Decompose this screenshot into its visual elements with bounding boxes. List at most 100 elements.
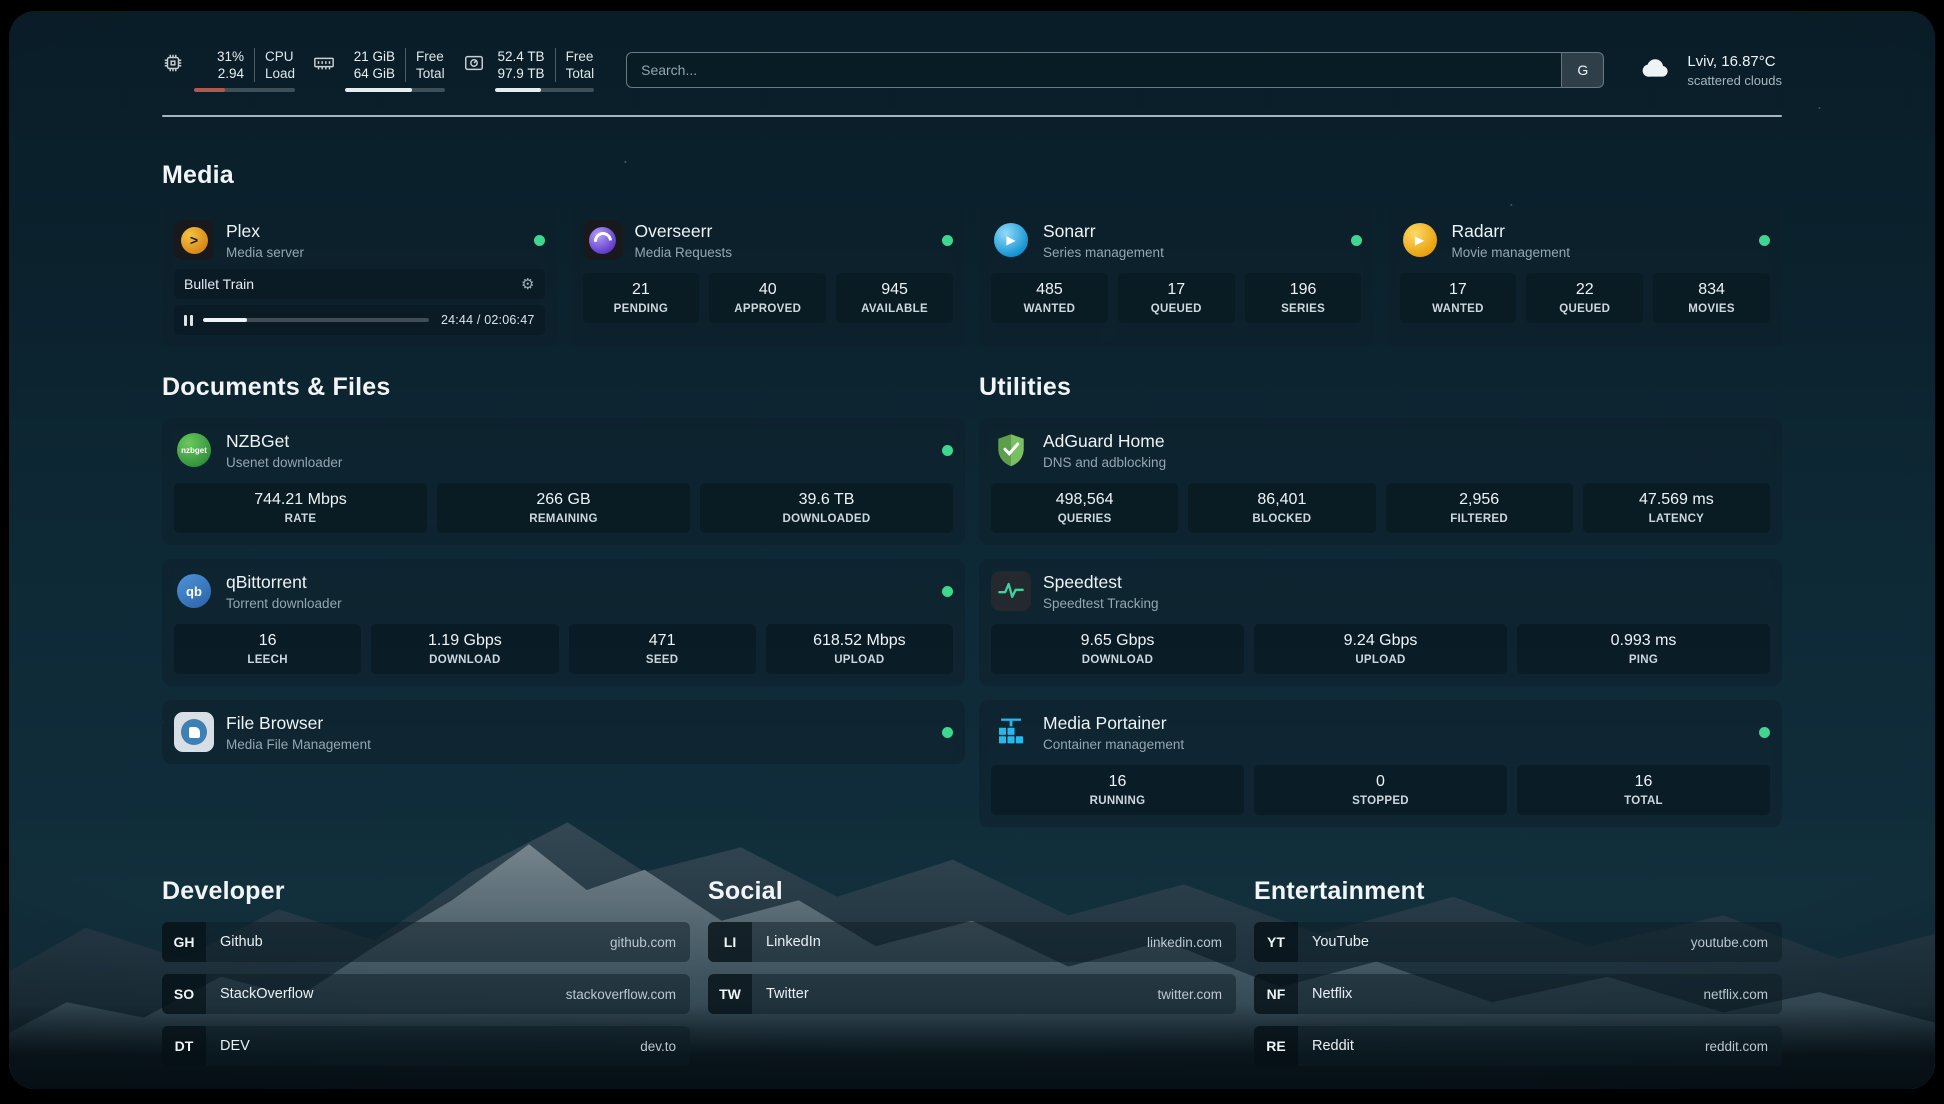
disk-usage-bar — [495, 88, 595, 92]
topbar-divider — [162, 115, 1782, 117]
stat-leech: 16 LEECH — [174, 624, 361, 674]
cpu-icon — [162, 52, 184, 79]
bookmark-name: Reddit — [1298, 1026, 1354, 1066]
service-subtitle: Usenet downloader — [226, 455, 342, 470]
service-name: Radarr — [1452, 221, 1571, 242]
bookmark-name: YouTube — [1298, 922, 1369, 962]
cpu-usage-value: 31% — [217, 48, 244, 65]
stat-queued: 22 QUEUED — [1526, 273, 1643, 323]
plex-now-playing-row: Bullet Train ⚙ — [174, 269, 545, 299]
stat-wanted: 17 WANTED — [1400, 273, 1517, 323]
service-card-nzbget[interactable]: nzbget NZBGet Usenet downloader 744.21 M… — [162, 418, 965, 545]
bookmark-url: stackoverflow.com — [566, 974, 690, 1014]
service-name: Overseerr — [635, 221, 733, 242]
weather-widget[interactable]: Lviv, 16.87°C scattered clouds — [1636, 52, 1782, 89]
cpu-usage-label: CPU — [265, 48, 295, 65]
service-card-qbittorrent[interactable]: qb qBittorrent Torrent downloader 16 LEE… — [162, 559, 965, 686]
dashboard-window: 31% 2.94 CPU Load — [9, 11, 1935, 1089]
disk-total-value: 97.9 TB — [498, 65, 545, 82]
plex-progress-row: 24:44 / 02:06:47 — [174, 305, 545, 335]
bookmark-name: Netflix — [1298, 974, 1352, 1014]
service-card-adguard[interactable]: AdGuard Home DNS and adblocking 498,564 … — [979, 418, 1782, 545]
sonarr-icon: ▶ — [991, 220, 1031, 260]
bookmark-netflix[interactable]: NF Netflix netflix.com — [1254, 974, 1782, 1014]
bookmark-stackoverflow[interactable]: SO StackOverflow stackoverflow.com — [162, 974, 690, 1014]
stat-wanted: 485 WANTED — [991, 273, 1108, 323]
service-card-overseerr[interactable]: Overseerr Media Requests 21 PENDING 40 A… — [571, 208, 966, 347]
filebrowser-icon — [174, 712, 214, 752]
bookmark-youtube[interactable]: YT YouTube youtube.com — [1254, 922, 1782, 962]
stat-download: 9.65 Gbps DOWNLOAD — [991, 624, 1244, 674]
bookmark-reddit[interactable]: RE Reddit reddit.com — [1254, 1026, 1782, 1066]
bookmark-name: DEV — [206, 1026, 250, 1066]
stackoverflow-icon: SO — [162, 974, 206, 1014]
service-subtitle: DNS and adblocking — [1043, 455, 1166, 470]
stat-remaining: 266 GB REMAINING — [437, 483, 690, 533]
section-title-media: Media — [162, 161, 1782, 190]
stat-download: 1.19 Gbps DOWNLOAD — [371, 624, 558, 674]
section-title-utilities: Utilities — [979, 373, 1782, 402]
bookmark-url: github.com — [610, 922, 690, 962]
service-card-plex[interactable]: > Plex Media server Bullet Train ⚙ — [162, 208, 557, 347]
status-dot-online — [1759, 727, 1770, 738]
service-card-sonarr[interactable]: ▶ Sonarr Series management 485 WANTED — [979, 208, 1374, 347]
service-name: Sonarr — [1043, 221, 1164, 242]
service-subtitle: Movie management — [1452, 245, 1571, 260]
memory-usage-bar — [345, 88, 445, 92]
memory-widget: 21 GiB 64 GiB Free Total — [313, 48, 445, 92]
service-subtitle: Speedtest Tracking — [1043, 596, 1159, 611]
bookmark-name: Twitter — [752, 974, 809, 1014]
service-name: File Browser — [226, 713, 371, 734]
stat-movies: 834 MOVIES — [1653, 273, 1770, 323]
disk-free-value: 52.4 TB — [498, 48, 545, 65]
bookmark-twitter[interactable]: TW Twitter twitter.com — [708, 974, 1236, 1014]
stat-total: 16 TOTAL — [1517, 765, 1770, 815]
memory-free-label: Free — [416, 48, 445, 65]
gear-icon[interactable]: ⚙ — [521, 275, 534, 293]
service-card-portainer[interactable]: Media Portainer Container management 16 … — [979, 700, 1782, 827]
status-dot-online — [534, 235, 545, 246]
radarr-icon: ▶ — [1400, 220, 1440, 260]
service-subtitle: Container management — [1043, 737, 1184, 752]
netflix-icon: NF — [1254, 974, 1298, 1014]
system-stats: 31% 2.94 CPU Load — [162, 48, 594, 92]
stat-ping: 0.993 ms PING — [1517, 624, 1770, 674]
stat-rate: 744.21 Mbps RATE — [174, 483, 427, 533]
service-card-speedtest[interactable]: Speedtest Speedtest Tracking 9.65 Gbps D… — [979, 559, 1782, 686]
memory-icon — [313, 52, 335, 79]
portainer-icon — [991, 712, 1031, 752]
stat-running: 16 RUNNING — [991, 765, 1244, 815]
linkedin-icon: LI — [708, 922, 752, 962]
service-subtitle: Media Requests — [635, 245, 733, 260]
bookmark-linkedin[interactable]: LI LinkedIn linkedin.com — [708, 922, 1236, 962]
documents-section: Documents & Files nzbget NZBGet Usenet d… — [162, 373, 965, 841]
status-dot-online — [1759, 235, 1770, 246]
service-name: Media Portainer — [1043, 713, 1184, 734]
twitter-icon: TW — [708, 974, 752, 1014]
service-name: NZBGet — [226, 431, 342, 452]
bookmark-url: linkedin.com — [1147, 922, 1236, 962]
service-card-radarr[interactable]: ▶ Radarr Movie management 17 WANTED — [1388, 208, 1783, 347]
disk-icon — [463, 52, 485, 79]
section-title-entertainment: Entertainment — [1254, 877, 1782, 906]
entertainment-section: Entertainment YT YouTube youtube.com NF … — [1254, 877, 1782, 1078]
overseerr-icon — [583, 220, 623, 260]
stat-available: 945 AVAILABLE — [836, 273, 953, 323]
pause-icon[interactable] — [184, 315, 193, 326]
now-playing-title: Bullet Train — [184, 276, 254, 292]
bookmark-dev[interactable]: DT DEV dev.to — [162, 1026, 690, 1066]
playback-progress-bar[interactable] — [203, 318, 429, 322]
bookmark-name: Github — [206, 922, 263, 962]
search-engine-button[interactable]: G — [1561, 53, 1603, 87]
search-input[interactable] — [627, 53, 1561, 87]
service-name: qBittorrent — [226, 572, 342, 593]
status-dot-online — [942, 445, 953, 456]
cpu-load-label: Load — [265, 65, 295, 82]
speedtest-icon — [991, 571, 1031, 611]
stat-downloaded: 39.6 TB DOWNLOADED — [700, 483, 953, 533]
bookmark-github[interactable]: GH Github github.com — [162, 922, 690, 962]
nzbget-icon: nzbget — [174, 430, 214, 470]
bookmark-url: youtube.com — [1691, 922, 1782, 962]
memory-total-label: Total — [416, 65, 445, 82]
service-card-filebrowser[interactable]: File Browser Media File Management — [162, 700, 965, 764]
